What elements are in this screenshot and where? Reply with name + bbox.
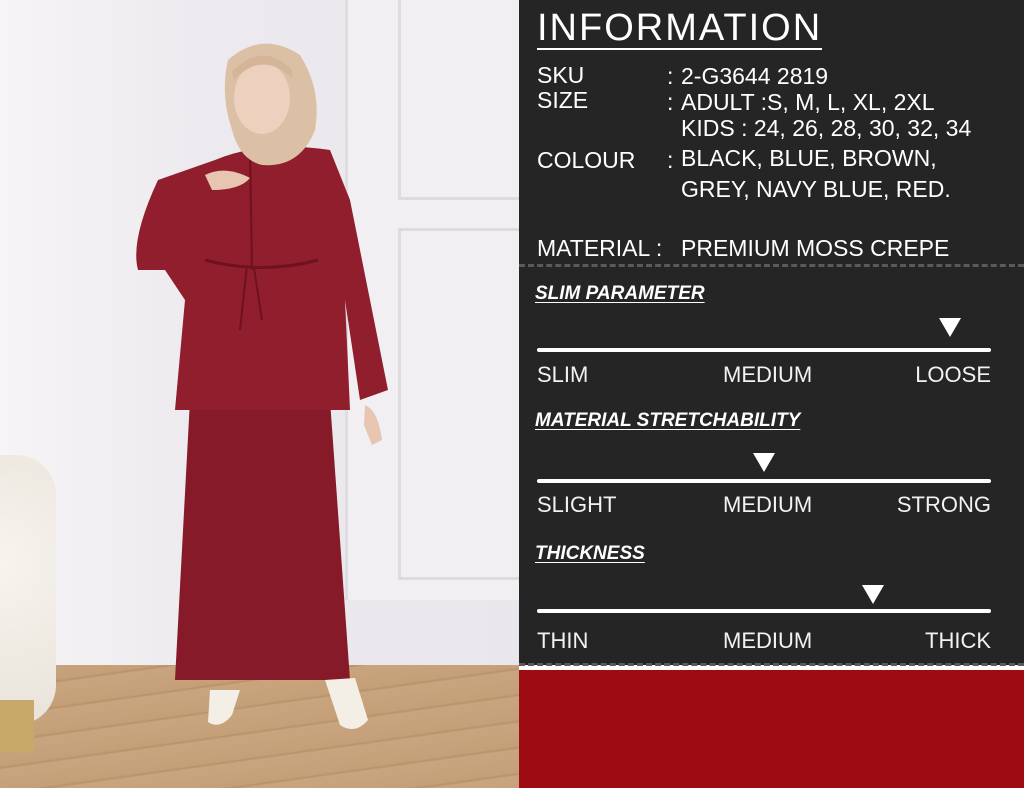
thickness-title: THICKNESS	[535, 543, 645, 564]
colour-label: COLOUR	[537, 147, 636, 173]
slim-scale-left: SLIM	[537, 362, 589, 387]
thickness-scale-left: THIN	[537, 628, 589, 653]
stretchability-level-marker	[753, 453, 775, 472]
stretchability-title: MATERIAL STRETCHABILITY	[535, 410, 801, 431]
divider-bottom	[519, 663, 1024, 666]
slim-parameter-title: SLIM PARAMETER	[535, 283, 705, 304]
sku-label: SKU	[537, 62, 585, 88]
slim-scale-track	[537, 348, 991, 352]
accent-red-block	[519, 670, 1024, 788]
divider-top	[519, 264, 1024, 267]
thickness-scale-right: THICK	[925, 628, 991, 653]
material-label: MATERIAL :	[537, 235, 663, 261]
stretchability-scale-mid: MEDIUM	[723, 492, 813, 517]
colour-line-2: GREY, NAVY BLUE, RED.	[681, 176, 951, 202]
info-title: INFORMATION	[537, 7, 823, 50]
size-adult: ADULT :S, M, L, XL, 2XL	[681, 89, 935, 115]
stretchability-scale-left: SLIGHT	[537, 492, 617, 517]
thickness-scale-mid: MEDIUM	[723, 628, 813, 653]
sku-colon: :	[667, 63, 674, 89]
size-label: SIZE	[537, 87, 589, 113]
colour-colon: :	[667, 147, 674, 173]
thickness-scale-track	[537, 609, 991, 613]
stretchability-scale-right: STRONG	[896, 492, 991, 517]
model-figure	[136, 43, 388, 729]
size-colon: :	[667, 89, 674, 115]
thickness-level-marker	[861, 585, 884, 604]
size-kids: KIDS : 24, 26, 28, 30, 32, 34	[681, 115, 972, 141]
product-photo	[0, 0, 519, 788]
material-value: PREMIUM MOSS CREPE	[681, 235, 950, 261]
slim-level-marker	[939, 318, 962, 337]
stretchability-scale-track	[537, 479, 991, 483]
information-panel: INFORMATION SKU : 2-G3644 2819 SIZE : AD…	[519, 0, 1024, 666]
colour-line-1: BLACK, BLUE, BROWN,	[681, 145, 937, 171]
slim-scale-right: LOOSE	[915, 362, 991, 387]
slim-scale-mid: MEDIUM	[723, 362, 813, 387]
sku-value: 2-G3644 2819	[681, 63, 829, 89]
